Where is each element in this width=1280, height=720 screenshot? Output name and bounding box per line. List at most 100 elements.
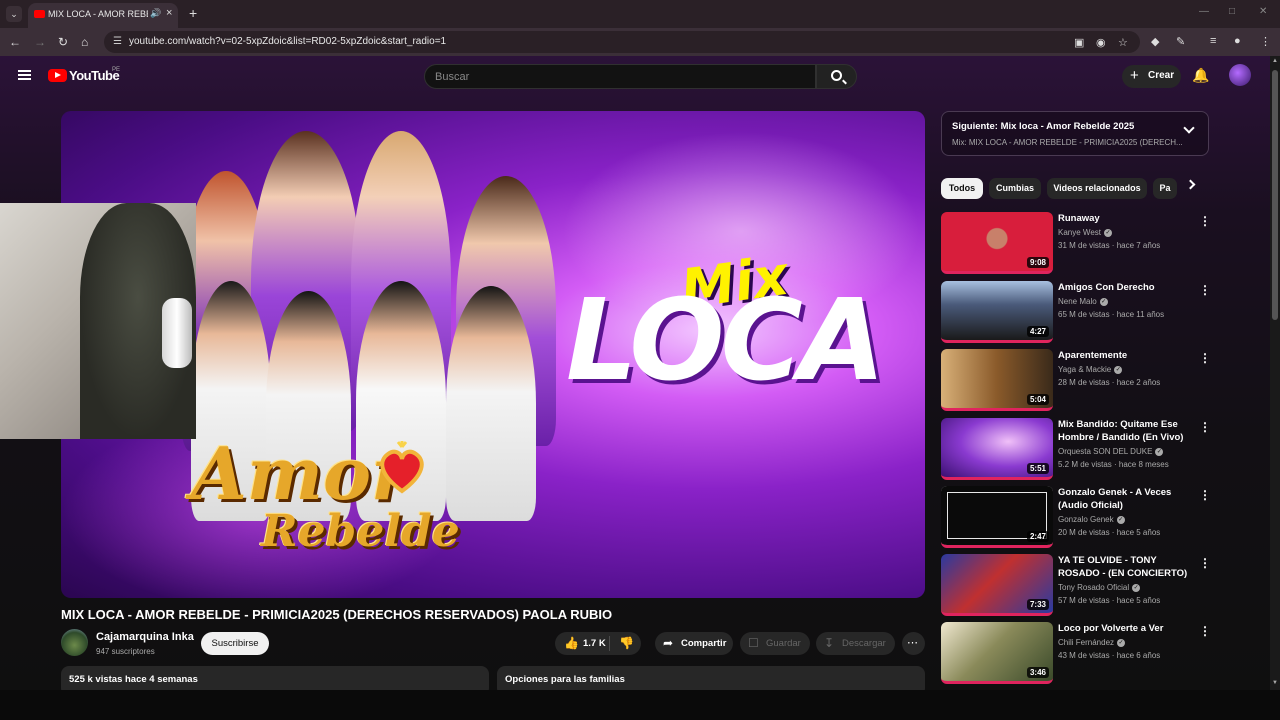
search-button[interactable]: [816, 64, 857, 89]
reading-list-icon[interactable]: ≡: [1210, 35, 1216, 47]
rec-channel[interactable]: Orquesta SON DEL DUKE: [1058, 447, 1152, 456]
video-title: MIX LOCA - AMOR REBELDE - PRIMICIA2025 (…: [61, 607, 613, 622]
verified-check-icon: ✓: [1155, 447, 1164, 456]
minimize-icon[interactable]: —: [1199, 6, 1209, 17]
rec-thumbnail[interactable]: 2:47: [941, 486, 1053, 548]
search-input[interactable]: Buscar: [424, 64, 816, 89]
rec-item[interactable]: 9:08 Runaway Kanye West ✓ 31 M de vistas …: [941, 212, 1213, 274]
rec-item[interactable]: 7:33 YA TE OLVIDE - TONY ROSADO - (EN CO…: [941, 554, 1213, 616]
rec-item[interactable]: 4:27 Amigos Con Derecho Nene Malo ✓ 65 M …: [941, 281, 1213, 343]
scroll-down-arrow-icon[interactable]: ▼: [1272, 680, 1278, 686]
rec-more-icon[interactable]: ⋮: [1199, 214, 1211, 228]
browser-tab[interactable]: MIX LOCA - AMOR REBELDE - PRIMICIA2025 (…: [28, 3, 178, 28]
rec-more-icon[interactable]: ⋮: [1199, 556, 1211, 570]
like-count[interactable]: 1.7 K: [583, 638, 606, 649]
browser-menu-icon[interactable]: ⋮: [1260, 35, 1271, 48]
up-next-mix-panel[interactable]: Siguiente: Mix loca - Amor Rebelde 2025 …: [941, 111, 1209, 156]
scroll-up-arrow-icon[interactable]: ▲: [1272, 58, 1278, 64]
rec-title[interactable]: Gonzalo Genek - A Veces (Audio Oficial): [1058, 486, 1198, 512]
restore-icon[interactable]: □: [1229, 6, 1235, 17]
rec-item[interactable]: 5:04 Aparentemente Yaga & Mackie ✓ 28 M d…: [941, 349, 1213, 411]
family-options-box[interactable]: Opciones para las familias: [497, 666, 925, 690]
rec-item[interactable]: 3:46 Loco por Volverte a Ver Chili Ferná…: [941, 622, 1213, 684]
download-label: Descargar: [842, 638, 886, 649]
forward-icon[interactable]: →: [34, 35, 46, 49]
rec-thumbnail[interactable]: 5:04: [941, 349, 1053, 411]
rec-more-icon[interactable]: ⋮: [1199, 283, 1211, 297]
rec-more-icon[interactable]: ⋮: [1199, 351, 1211, 365]
chip-partial[interactable]: Pa: [1153, 178, 1177, 199]
extensions-puzzle-icon[interactable]: ✎: [1176, 35, 1185, 48]
like-dislike-group: 👍 1.7 K 👎: [555, 632, 641, 655]
description-stats: 525 k vistas hace 4 semanas: [69, 674, 198, 685]
rec-thumbnail[interactable]: 4:27: [941, 281, 1053, 343]
rec-meta: 28 M de vistas · hace 2 años: [1058, 378, 1161, 387]
hide-eye-icon[interactable]: ◉: [1096, 36, 1106, 49]
rec-title[interactable]: YA TE OLVIDE - TONY ROSADO - (EN CONCIER…: [1058, 554, 1198, 580]
chip-todos[interactable]: Todos: [941, 178, 983, 199]
rec-channel[interactable]: Tony Rosado Oficial: [1058, 583, 1129, 592]
chip-videos-relacionados[interactable]: Videos relacionados: [1047, 178, 1147, 199]
share-button[interactable]: ➦ Compartir: [655, 632, 733, 655]
rec-thumbnail[interactable]: 3:46: [941, 622, 1053, 684]
rec-more-icon[interactable]: ⋮: [1199, 420, 1211, 434]
account-avatar[interactable]: [1229, 64, 1251, 86]
chip-cumbias[interactable]: Cumbias: [989, 178, 1041, 199]
rec-item[interactable]: 5:51 Mix Bandido: Quitame Ese Hombre / B…: [941, 418, 1213, 480]
rec-channel[interactable]: Kanye West: [1058, 228, 1101, 237]
home-icon[interactable]: ⌂: [81, 35, 88, 49]
tab-search-menu-icon[interactable]: ⌄: [6, 6, 22, 22]
like-thumb-up-icon[interactable]: 👍: [564, 636, 579, 650]
band-member: [446, 286, 536, 521]
rec-title[interactable]: Runaway: [1058, 212, 1198, 225]
address-bar[interactable]: ☰ youtube.com/watch?v=02-5xpZdoic&list=R…: [104, 31, 1140, 53]
chips-next-chevron-icon[interactable]: [1185, 179, 1196, 190]
rec-channel[interactable]: Yaga & Mackie: [1058, 365, 1111, 374]
download-button[interactable]: ↧ Descargar: [816, 632, 895, 655]
tab-close-icon[interactable]: ×: [166, 7, 172, 19]
rec-channel[interactable]: Chili Fernández: [1058, 638, 1114, 647]
cast-icon[interactable]: ▣: [1074, 36, 1084, 49]
url-text: youtube.com/watch?v=02-5xpZdoic&list=RD0…: [129, 36, 447, 47]
extension-diamond-icon[interactable]: ◆: [1151, 35, 1159, 48]
back-icon[interactable]: ←: [9, 35, 21, 49]
rec-title[interactable]: Loco por Volverte a Ver: [1058, 622, 1198, 635]
channel-name[interactable]: Cajamarquina Inka: [96, 631, 194, 643]
rec-thumbnail[interactable]: 5:51: [941, 418, 1053, 480]
rec-more-icon[interactable]: ⋮: [1199, 488, 1211, 502]
rec-more-icon[interactable]: ⋮: [1199, 624, 1211, 638]
more-actions-button[interactable]: ⋯: [902, 632, 925, 655]
reload-icon[interactable]: ↻: [58, 35, 68, 49]
rec-thumbnail[interactable]: 9:08: [941, 212, 1053, 274]
dislike-thumb-down-icon[interactable]: 👎: [619, 636, 634, 650]
new-tab-icon[interactable]: +: [189, 5, 197, 21]
rec-title[interactable]: Amigos Con Derecho: [1058, 281, 1198, 294]
rec-thumbnail[interactable]: 7:33: [941, 554, 1053, 616]
microphone-icon: [162, 298, 192, 368]
more-horizontal-icon: ⋯: [907, 637, 918, 649]
rec-title[interactable]: Mix Bandido: Quitame Ese Hombre / Bandid…: [1058, 418, 1198, 444]
taskbar: [0, 690, 1280, 720]
youtube-page: YouTube PE Buscar + Crear 🔔 Mix LOCA Amo…: [0, 56, 1270, 690]
description-box[interactable]: 525 k vistas hace 4 semanas: [61, 666, 489, 690]
scrollbar-thumb[interactable]: [1272, 70, 1278, 320]
rec-meta: 5.2 M de vistas · hace 8 meses: [1058, 460, 1169, 469]
notifications-bell-icon[interactable]: 🔔: [1192, 67, 1209, 84]
audio-playing-icon[interactable]: 🔊: [150, 8, 161, 19]
rec-channel[interactable]: Gonzalo Genek: [1058, 515, 1114, 524]
chevron-down-icon[interactable]: [1183, 122, 1195, 134]
bookmark-star-icon[interactable]: ☆: [1118, 36, 1128, 49]
create-label: Crear: [1148, 70, 1175, 81]
rec-channel[interactable]: Nene Malo: [1058, 297, 1097, 306]
subscribe-button[interactable]: Suscribirse: [201, 632, 269, 655]
create-button[interactable]: + Crear: [1122, 65, 1181, 88]
youtube-logo-icon[interactable]: [48, 69, 67, 82]
channel-avatar[interactable]: [61, 629, 88, 656]
rec-title[interactable]: Aparentemente: [1058, 349, 1198, 362]
rec-item[interactable]: 2:47 Gonzalo Genek - A Veces (Audio Ofic…: [941, 486, 1213, 548]
close-window-icon[interactable]: ✕: [1259, 6, 1267, 17]
site-info-icon[interactable]: ☰: [113, 36, 122, 47]
menu-hamburger-icon[interactable]: [18, 70, 31, 80]
profile-avatar-icon[interactable]: ●: [1234, 35, 1241, 47]
save-button[interactable]: ☐ Guardar: [740, 632, 810, 655]
